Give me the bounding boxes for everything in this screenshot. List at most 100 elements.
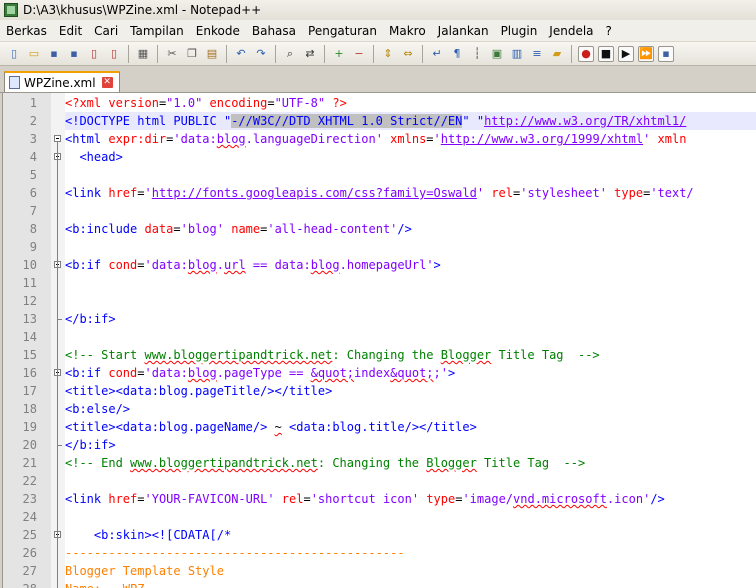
menu-tampilan[interactable]: Tampilan <box>124 24 190 38</box>
code-token: = <box>267 96 275 110</box>
line-number: 23 <box>22 492 37 506</box>
menu-bahasa[interactable]: Bahasa <box>246 24 302 38</box>
code-token: <title> <box>65 384 116 398</box>
line-number: 4 <box>29 150 37 164</box>
toolbar-separator <box>157 44 158 63</box>
code-token: <b:skin> <box>93 528 152 542</box>
code-line[interactable]: </b:if> <box>65 310 116 328</box>
code-token: name <box>231 222 261 236</box>
code-line[interactable]: <b:if cond='data:blog.pageType == &quot;… <box>65 364 455 382</box>
print-icon[interactable]: ▦ <box>135 46 151 62</box>
find-icon[interactable]: ⌕ <box>282 46 298 62</box>
code-line[interactable]: Blogger Template Style <box>65 562 224 580</box>
close-icon[interactable]: ▯ <box>86 46 102 62</box>
code-token: -//W3C//DTD XHTML 1.0 Strict//EN <box>231 114 463 128</box>
code-line[interactable]: <title><data:blog.pageTitle/></title> <box>65 382 332 400</box>
menu-edit[interactable]: Edit <box>53 24 88 38</box>
open-file-icon[interactable]: ▭ <box>26 46 42 62</box>
code-token: blog <box>310 258 340 272</box>
code-token: <![CDATA[/* <box>151 528 232 542</box>
code-token: http://www.w3.org/1999/xhtml <box>440 132 644 146</box>
menu-jendela[interactable]: Jendela <box>543 24 599 38</box>
sync-vertical-icon[interactable]: ⇕ <box>380 46 396 62</box>
code-token: &quot; <box>310 366 355 380</box>
user-lang-icon[interactable]: ▣ <box>489 46 505 62</box>
fold-toggle-icon[interactable] <box>54 135 61 142</box>
code-line[interactable]: <!DOCTYPE html PUBLIC "-//W3C//DTD XHTML… <box>65 112 756 130</box>
code-line[interactable]: <html expr:dir = 'data:blog.languageDirect… <box>65 130 686 148</box>
menu-cari[interactable]: Cari <box>88 24 124 38</box>
redo-icon[interactable]: ↷ <box>253 46 269 62</box>
code-token: </title> <box>274 384 333 398</box>
save-all-icon[interactable]: ▪ <box>66 46 82 62</box>
fold-guide <box>57 268 58 322</box>
sync-horizontal-icon[interactable]: ⇔ <box>400 46 416 62</box>
new-file-icon[interactable]: ▯ <box>6 46 22 62</box>
close-tab-icon[interactable]: ✕ <box>101 77 113 88</box>
code-area[interactable]: <?xml version="1.0" encoding="UTF-8" ?> <… <box>65 93 756 588</box>
run-macro-multiple-icon[interactable]: ⏩ <box>638 45 654 62</box>
code-token: <b:include <box>65 222 145 236</box>
line-number: 18 <box>22 402 37 416</box>
zoom-out-icon[interactable]: − <box>351 46 367 62</box>
word-wrap-icon[interactable]: ↵ <box>429 46 445 62</box>
record-macro-icon[interactable]: ● <box>578 45 594 62</box>
cut-icon[interactable]: ✂ <box>164 46 180 62</box>
tab-wpzine[interactable]: WPZine.xml ✕ <box>4 71 120 92</box>
code-line[interactable]: <head> <box>65 148 122 166</box>
line-number: 17 <box>22 384 37 398</box>
code-token: Blogger Template Style <box>65 564 224 578</box>
code-line[interactable]: <!-- End www.bloggertipandtrick.net: Cha… <box>65 454 585 472</box>
code-token: "1.0" <box>166 96 203 110</box>
folder-icon[interactable]: ▰ <box>549 46 565 62</box>
code-token: <data:blog.pageTitle/> <box>115 384 275 398</box>
save-icon[interactable]: ▪ <box>46 46 62 62</box>
save-macro-icon[interactable]: ▪ <box>658 45 674 62</box>
file-icon <box>9 76 20 89</box>
code-token: = <box>173 222 181 236</box>
fold-margin[interactable] <box>51 93 65 588</box>
editor[interactable]: 1 2 3 4 5 6 7 8 9 10 11 12 13 14 15 16 17 18 19 20 21 22 23 24 2… <box>2 93 756 588</box>
menu-enkode[interactable]: Enkode <box>190 24 246 38</box>
code-line[interactable]: <?xml version="1.0" encoding="UTF-8" ?> <box>65 94 347 112</box>
code-line[interactable]: ----------------------------------------… <box>65 544 405 562</box>
zoom-in-icon[interactable]: + <box>331 46 347 62</box>
line-number: 24 <box>22 510 37 524</box>
code-line[interactable]: <title><data:blog.pageName/> ~ <data:blo… <box>65 418 477 436</box>
menu-help[interactable]: ? <box>600 24 618 38</box>
code-line[interactable]: <!-- Start www.bloggertipandtrick.net: C… <box>65 346 600 364</box>
copy-icon[interactable]: ❐ <box>184 46 200 62</box>
code-line[interactable]: <link href='YOUR-FAVICON-URL' rel='short… <box>65 490 665 508</box>
play-macro-icon[interactable]: ▶ <box>618 45 634 62</box>
menu-plugin[interactable]: Plugin <box>495 24 544 38</box>
undo-icon[interactable]: ↶ <box>233 46 249 62</box>
code-token: xmlns <box>390 132 427 146</box>
doc-map-icon[interactable]: ▥ <box>509 46 525 62</box>
menu-jalankan[interactable]: Jalankan <box>432 24 495 38</box>
code-line[interactable]: <b:if cond='data:blog.url == data:blog.h… <box>65 256 441 274</box>
code-line[interactable]: <b:include data='blog' name='all-head-co… <box>65 220 412 238</box>
show-all-chars-icon[interactable]: ¶ <box>449 46 465 62</box>
code-line[interactable]: <b:skin><![CDATA[/* <box>65 526 231 544</box>
stop-record-icon[interactable]: ■ <box>598 45 614 62</box>
function-list-icon[interactable]: ≡ <box>529 46 545 62</box>
toolbar-separator <box>373 44 374 63</box>
menu-berkas[interactable]: Berkas <box>0 24 53 38</box>
close-all-icon[interactable]: ▯ <box>106 46 122 62</box>
menu-pengaturan[interactable]: Pengaturan <box>302 24 383 38</box>
paste-icon[interactable]: ▤ <box>204 46 220 62</box>
indent-guide-icon[interactable]: ┆ <box>469 46 485 62</box>
code-line[interactable]: </b:if> <box>65 436 116 454</box>
code-token: > <box>447 366 456 380</box>
code-line[interactable]: <link href='http://fonts.googleapis.com/… <box>65 184 694 202</box>
code-token: vnd.microsoft <box>513 492 607 506</box>
line-number: 3 <box>29 132 37 146</box>
code-line[interactable]: Name: WPZ <box>65 580 144 588</box>
code-line[interactable]: <b:else/> <box>65 400 130 418</box>
code-token: <?xml <box>65 96 109 110</box>
code-token: /> <box>397 222 412 236</box>
menu-makro[interactable]: Makro <box>383 24 432 38</box>
replace-icon[interactable]: ⇄ <box>302 46 318 62</box>
code-token: <link <box>65 492 109 506</box>
